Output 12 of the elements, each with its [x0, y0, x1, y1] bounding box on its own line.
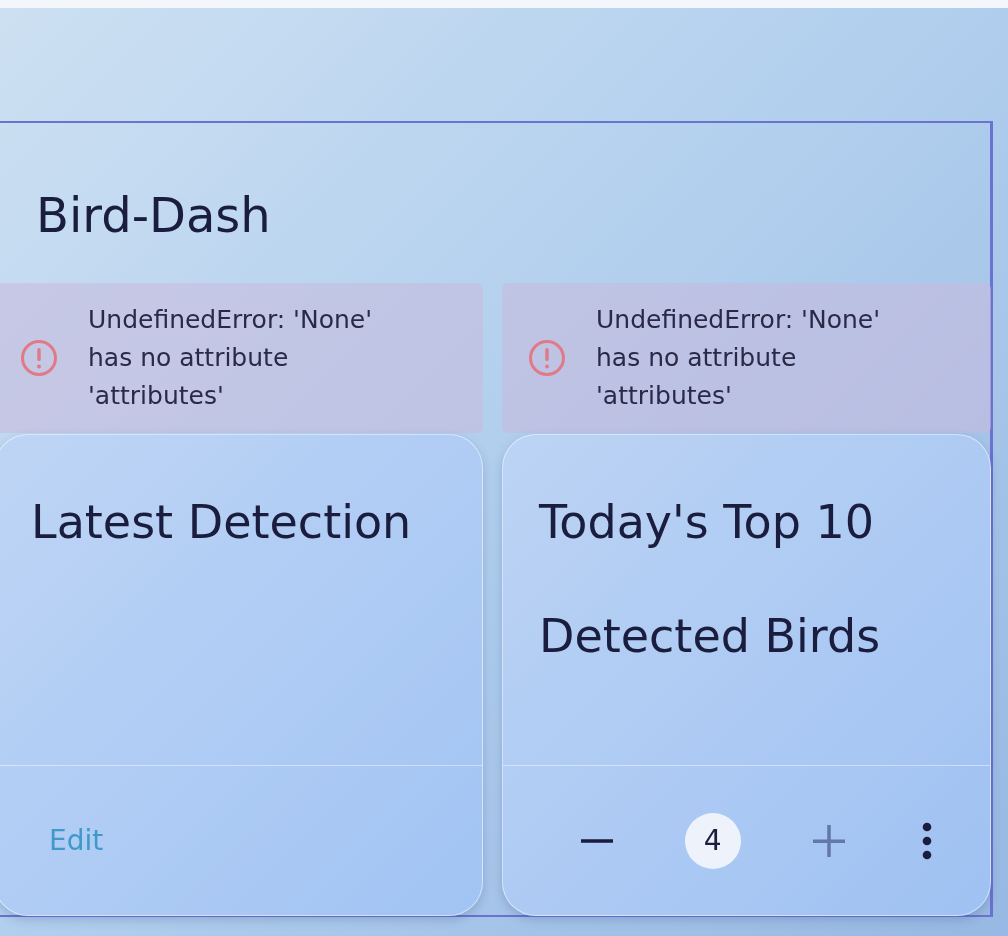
error-message: UndefinedError: 'None' has no attribute 'attributes' — [88, 304, 374, 412]
error-message: UndefinedError: 'None' has no attribute 'attributes' — [596, 304, 882, 412]
card-title: Today's Top 10 Detected Birds — [538, 494, 882, 665]
alert-icon — [528, 339, 566, 377]
dashboard-title: Bird-Dash — [35, 186, 272, 245]
count-badge: 4 — [684, 812, 741, 869]
alert-icon — [20, 339, 58, 377]
card-title: Latest Detection — [30, 494, 413, 551]
minus-icon — [580, 838, 613, 843]
edit-button[interactable]: Edit — [43, 820, 110, 861]
more-vertical-icon — [922, 821, 933, 860]
plus-icon — [812, 823, 847, 858]
